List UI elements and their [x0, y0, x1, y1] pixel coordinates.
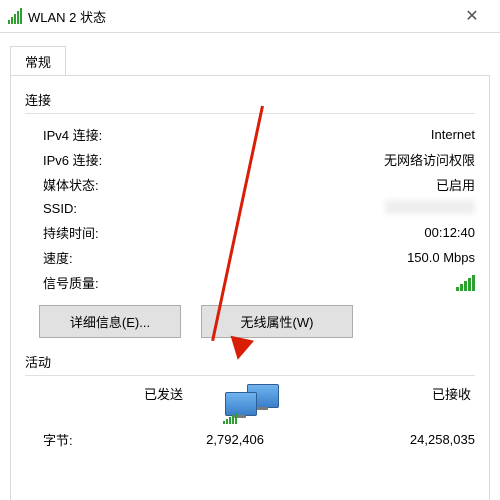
divider — [25, 375, 475, 376]
value-speed: 150.0 Mbps — [163, 250, 475, 265]
row-signal: 信号质量: — [25, 270, 475, 295]
signal-bars-icon — [223, 408, 237, 424]
value-duration: 00:12:40 — [163, 225, 475, 240]
value-ipv4: Internet — [163, 127, 475, 142]
wireless-properties-button[interactable]: 无线属性(W) — [201, 305, 353, 338]
label-speed: 速度: — [43, 248, 163, 267]
activity-icon-cell — [193, 384, 313, 420]
row-ipv6: IPv6 连接: 无网络访问权限 — [25, 147, 475, 172]
row-ipv4: IPv4 连接: Internet — [25, 122, 475, 147]
titlebar: WLAN 2 状态 ✕ — [0, 0, 500, 33]
label-ipv4: IPv4 连接: — [43, 125, 163, 144]
row-media: 媒体状态: 已启用 — [25, 172, 475, 197]
close-button[interactable]: ✕ — [452, 6, 492, 26]
label-bytes: 字节: — [25, 430, 133, 449]
window-title: WLAN 2 状态 — [28, 7, 452, 26]
section-connection: 连接 — [25, 90, 475, 109]
value-ipv6: 无网络访问权限 — [163, 150, 475, 169]
label-received: 已接收 — [313, 384, 475, 420]
signal-bars-icon — [456, 275, 475, 291]
tab-general[interactable]: 常规 — [10, 46, 66, 76]
section-activity: 活动 — [25, 352, 475, 371]
label-ssid: SSID: — [43, 201, 163, 216]
value-bytes-received: 24,258,035 — [344, 432, 475, 447]
label-media: 媒体状态: — [43, 175, 163, 194]
button-row: 详细信息(E)... 无线属性(W) — [39, 305, 475, 338]
value-media: 已启用 — [163, 175, 475, 194]
row-speed: 速度: 150.0 Mbps — [25, 245, 475, 270]
row-bytes: 字节: 2,792,406 24,258,035 — [25, 430, 475, 449]
tab-strip: 常规 — [0, 33, 500, 75]
label-ipv6: IPv6 连接: — [43, 150, 163, 169]
divider — [25, 113, 475, 114]
panel-general: 连接 IPv4 连接: Internet IPv6 连接: 无网络访问权限 媒体… — [10, 75, 490, 500]
label-duration: 持续时间: — [43, 223, 163, 242]
value-ssid — [163, 200, 475, 217]
details-button[interactable]: 详细信息(E)... — [39, 305, 181, 338]
activity-header: 已发送 已接收 — [25, 384, 475, 420]
value-bytes-sent: 2,792,406 — [133, 432, 264, 447]
row-ssid: SSID: — [25, 197, 475, 220]
label-signal: 信号质量: — [43, 273, 163, 292]
label-sent: 已发送 — [25, 384, 193, 420]
value-signal — [163, 275, 475, 291]
row-duration: 持续时间: 00:12:40 — [25, 220, 475, 245]
wifi-signal-icon — [8, 8, 22, 24]
